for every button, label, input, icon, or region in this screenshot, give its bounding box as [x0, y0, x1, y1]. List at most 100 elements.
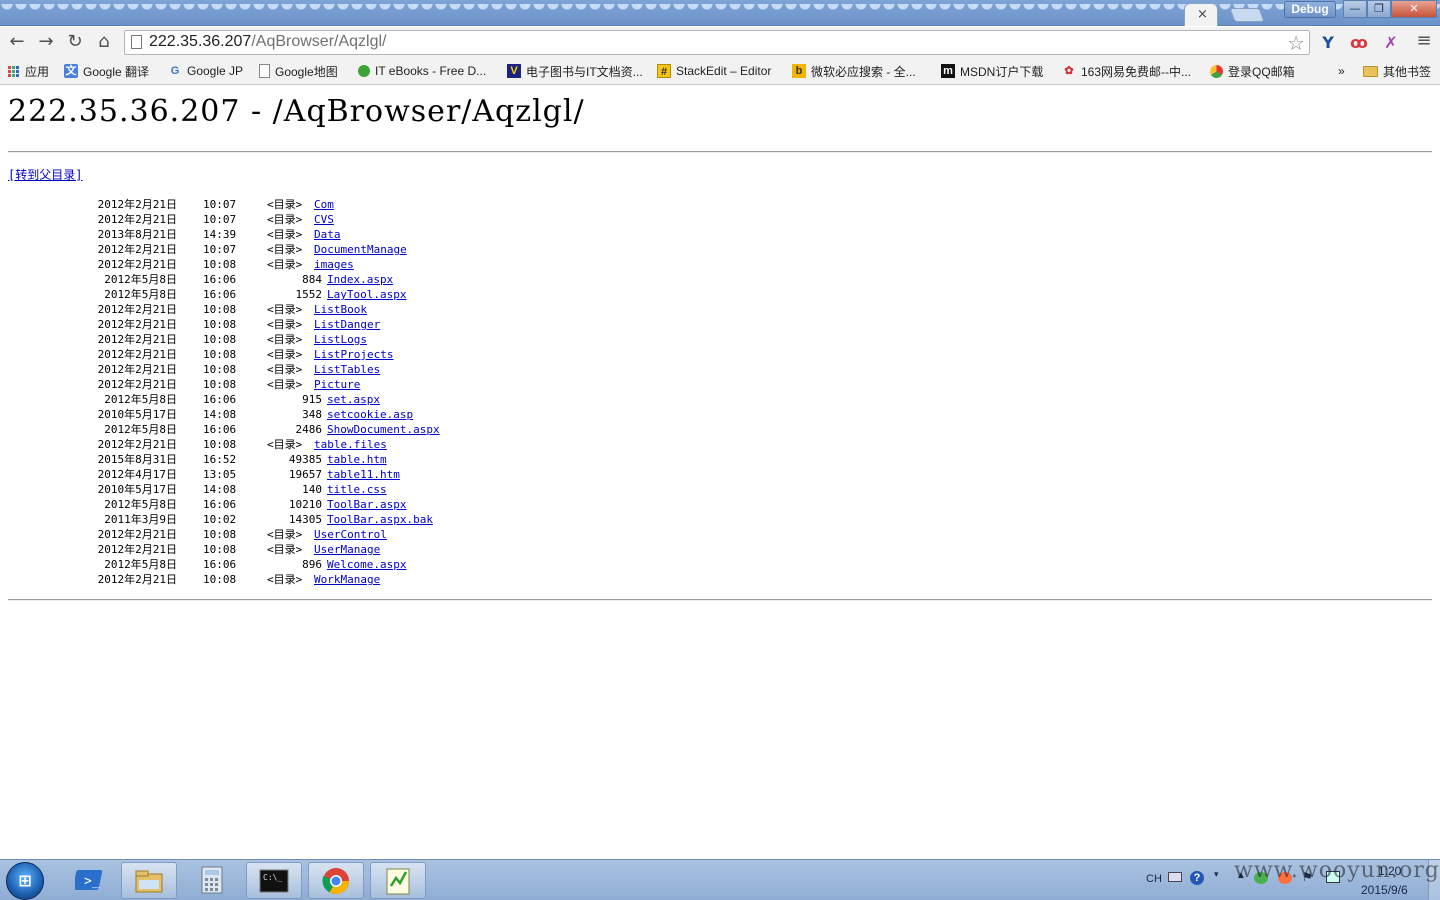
entry-date: 2012年5月8日 — [104, 273, 177, 286]
bookmark-item[interactable]: m MSDN订户下载 — [941, 63, 1043, 79]
bookmark-item[interactable]: IT eBooks - Free D... — [358, 63, 486, 79]
bookmark-label: 应用 — [25, 64, 50, 79]
address-bar[interactable]: 222.35.36.207/AqBrowser/Aqzlgl/ ☆ — [124, 30, 1310, 55]
bookmark-label: Google地图 — [275, 64, 338, 79]
file-link[interactable]: Welcome.aspx — [327, 557, 406, 572]
close-window-button[interactable]: ✕ — [1391, 0, 1437, 18]
entry-date: 2012年5月8日 — [104, 423, 177, 436]
entry-size: 896 — [302, 558, 322, 571]
directory-link[interactable]: WorkManage — [314, 572, 380, 587]
chrome-taskbar-icon[interactable] — [308, 862, 364, 899]
file-link[interactable]: Index.aspx — [327, 272, 393, 287]
restore-button[interactable]: ❐ — [1367, 0, 1391, 18]
directory-link[interactable]: UserManage — [314, 542, 380, 557]
file-link[interactable]: ShowDocument.aspx — [327, 422, 440, 437]
msdn-icon: m — [941, 64, 955, 78]
directory-link[interactable]: ListDanger — [314, 317, 380, 332]
extension-scissors-icon[interactable]: ✗ — [1380, 32, 1402, 54]
listing-row: 2012年2月21日 10:08 <目录> ListTables — [0, 362, 700, 377]
back-icon[interactable]: ← — [6, 31, 28, 53]
extension-y-icon[interactable]: Y — [1317, 32, 1339, 54]
file-link[interactable]: setcookie.asp — [327, 407, 413, 422]
directory-link[interactable]: UserControl — [314, 527, 387, 542]
bookmark-item[interactable]: V 电子图书与IT文档资... — [507, 63, 643, 79]
listing-row: 2012年5月8日 16:06 884 Index.aspx — [0, 272, 700, 287]
directory-link[interactable]: Data — [314, 227, 341, 242]
reload-icon[interactable]: ↻ — [64, 31, 86, 53]
file-link[interactable]: title.css — [327, 482, 387, 497]
file-link[interactable]: ToolBar.aspx.bak — [327, 512, 433, 527]
listing-row: 2011年3月9日 10:02 14305 ToolBar.aspx.bak — [0, 512, 700, 527]
parent-directory-link[interactable]: [转到父目录] — [8, 166, 82, 183]
bookmark-apps[interactable]: 应用 — [8, 63, 49, 79]
explorer-icon[interactable] — [121, 862, 177, 899]
directory-tag: <目录> — [267, 348, 303, 361]
language-indicator[interactable]: CH — [1146, 873, 1162, 885]
extension-link-icon[interactable]: ꝏ — [1348, 32, 1370, 54]
entry-time: 13:05 — [203, 468, 237, 481]
directory-link[interactable]: images — [314, 257, 354, 272]
listing-row: 2012年2月21日 10:07 <目录> CVS — [0, 212, 700, 227]
input-settings-icon[interactable]: ▾ — [1214, 869, 1219, 880]
file-link[interactable]: table.htm — [327, 452, 387, 467]
tab-close-icon[interactable]: × — [1197, 7, 1208, 22]
bookmark-label: 163网易免费邮--中... — [1081, 64, 1192, 79]
svg-text:>_: >_ — [84, 874, 100, 889]
other-bookmarks[interactable]: 其他书签 — [1363, 63, 1431, 79]
directory-link[interactable]: CVS — [314, 212, 334, 227]
entry-time: 10:08 — [203, 318, 237, 331]
file-link[interactable]: set.aspx — [327, 392, 380, 407]
divider — [8, 599, 1432, 601]
bookmark-item[interactable]: b 微软必应搜索 - 全... — [792, 63, 916, 79]
command-prompt-icon[interactable]: C:\_ — [246, 862, 302, 899]
entry-date: 2012年2月21日 — [97, 213, 177, 226]
entry-date: 2015年8月31日 — [97, 453, 177, 466]
file-link[interactable]: table11.htm — [327, 467, 400, 482]
bookmark-label: IT eBooks - Free D... — [375, 64, 487, 78]
clock-date[interactable]: 2015/9/6 — [1361, 883, 1408, 897]
page-title: 222.35.36.207 - /AqBrowser/Aqzlgl/ — [8, 94, 585, 129]
directory-tag: <目录> — [267, 438, 303, 451]
directory-link[interactable]: ListTables — [314, 362, 380, 377]
bookmark-item[interactable]: G Google JP — [168, 63, 243, 79]
powershell-icon[interactable]: >_ — [62, 862, 118, 899]
entry-time: 16:06 — [203, 558, 237, 571]
file-link[interactable]: ToolBar.aspx — [327, 497, 406, 512]
forward-icon[interactable]: → — [35, 31, 57, 53]
entry-date: 2012年2月21日 — [97, 258, 177, 271]
bookmark-item[interactable]: 文 Google 翻译 — [64, 63, 149, 79]
help-icon[interactable]: ? — [1190, 871, 1204, 885]
directory-link[interactable]: Picture — [314, 377, 360, 392]
chrome-menu-icon[interactable]: ≡ — [1414, 31, 1434, 51]
calculator-icon[interactable] — [184, 862, 240, 899]
home-icon[interactable]: ⌂ — [93, 31, 115, 53]
directory-link[interactable]: ListBook — [314, 302, 367, 317]
url-text[interactable]: 222.35.36.207/AqBrowser/Aqzlgl/ — [149, 33, 387, 51]
directory-tag: <目录> — [267, 378, 303, 391]
browser-tab[interactable]: × — [1184, 3, 1218, 26]
directory-link[interactable]: ListProjects — [314, 347, 393, 362]
bookmark-item[interactable]: # StackEdit – Editor — [657, 63, 771, 79]
entry-time: 10:08 — [203, 543, 237, 556]
url-host: 222.35.36.207 — [149, 33, 252, 50]
directory-link[interactable]: ListLogs — [314, 332, 367, 347]
entry-size: 10210 — [288, 498, 322, 511]
bookmark-star-icon[interactable]: ☆ — [1287, 31, 1305, 55]
minimize-button[interactable]: — — [1343, 0, 1367, 18]
keyboard-icon[interactable] — [1168, 872, 1182, 882]
notepad-icon[interactable] — [370, 862, 426, 899]
directory-link[interactable]: DocumentManage — [314, 242, 407, 257]
bookmark-item[interactable]: ✿ 163网易免费邮--中... — [1062, 63, 1191, 79]
start-button[interactable]: ⊞ — [6, 862, 44, 900]
file-link[interactable]: LayTool.aspx — [327, 287, 406, 302]
directory-link[interactable]: Com — [314, 197, 334, 212]
entry-size: 140 — [302, 483, 322, 496]
new-tab-button[interactable] — [1229, 8, 1265, 22]
listing-row: 2012年2月21日 10:08 <目录> table.files — [0, 437, 700, 452]
listing-row: 2012年2月21日 10:08 <目录> UserManage — [0, 542, 700, 557]
google-translate-icon: 文 — [64, 64, 78, 78]
bookmarks-overflow-button[interactable]: » — [1338, 63, 1345, 79]
directory-link[interactable]: table.files — [314, 437, 387, 452]
bookmark-item[interactable]: 登录QQ邮箱 — [1210, 63, 1295, 79]
bookmark-item[interactable]: Google地图 — [259, 63, 338, 79]
